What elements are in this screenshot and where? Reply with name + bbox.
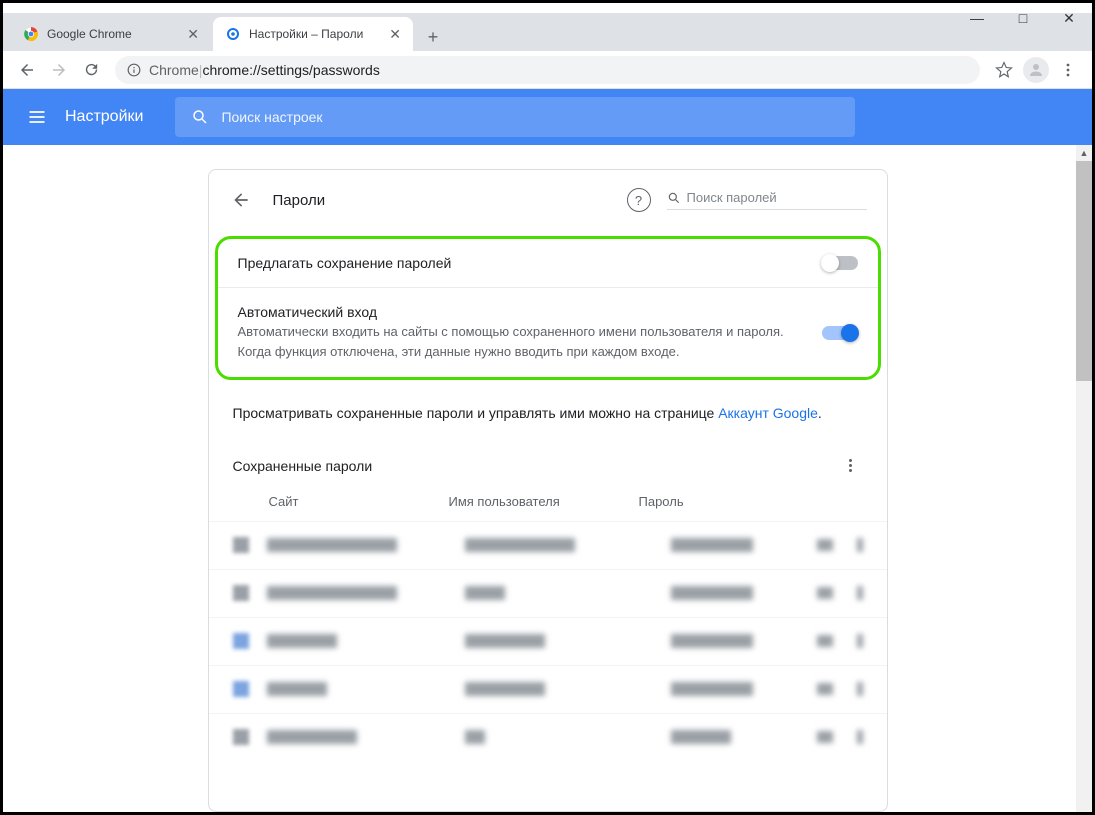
help-icon[interactable]: ? [627, 188, 651, 212]
window-maximize[interactable]: □ [1000, 0, 1046, 36]
settings-header: Настройки [3, 89, 1092, 145]
site-cell [267, 682, 327, 696]
password-row[interactable] [209, 521, 887, 569]
new-tab-button[interactable]: + [419, 23, 447, 51]
row-more-icon[interactable] [857, 730, 863, 744]
tab-settings-passwords[interactable]: Настройки – Пароли ✕ [213, 17, 413, 51]
passwords-card: Пароли ? Предлагать сохранение паролей А… [208, 169, 888, 812]
omnibox-path: chrome://settings/passwords [202, 62, 379, 78]
show-password-icon[interactable] [817, 539, 833, 551]
more-icon[interactable] [839, 459, 863, 472]
offer-save-label: Предлагать сохранение паролей [238, 255, 802, 271]
settings-search-input[interactable] [221, 109, 839, 125]
row-more-icon[interactable] [857, 682, 863, 696]
scrollbar[interactable]: ▲ [1076, 145, 1092, 812]
secure-icon [127, 63, 141, 77]
row-more-icon[interactable] [857, 634, 863, 648]
pass-cell [671, 682, 753, 696]
tab-title: Google Chrome [47, 27, 179, 41]
table-header: Сайт Имя пользователя Пароль [209, 482, 887, 521]
password-row[interactable] [209, 569, 887, 617]
window-minimize[interactable]: — [954, 0, 1000, 36]
profile-avatar[interactable] [1020, 54, 1052, 86]
password-row[interactable] [209, 617, 887, 665]
user-cell [465, 538, 575, 552]
site-favicon [233, 729, 249, 745]
col-site: Сайт [269, 494, 449, 509]
site-favicon [233, 585, 249, 601]
search-icon [667, 191, 681, 205]
star-icon[interactable] [988, 54, 1020, 86]
hamburger-icon[interactable] [17, 97, 57, 137]
col-pass: Пароль [639, 494, 779, 509]
tab-title: Настройки – Пароли [249, 27, 381, 41]
settings-favicon [225, 26, 241, 42]
tab-close-icon[interactable]: ✕ [389, 26, 401, 43]
browser-menu-icon[interactable] [1052, 54, 1084, 86]
password-search[interactable] [667, 190, 867, 210]
pass-cell [671, 730, 731, 744]
auto-signin-toggle[interactable] [822, 326, 858, 340]
pass-cell [671, 586, 753, 600]
settings-title: Настройки [65, 108, 143, 126]
nav-reload-icon[interactable] [77, 56, 105, 84]
site-favicon [233, 537, 249, 553]
user-cell [465, 682, 545, 696]
auto-signin-desc: Автоматически входить на сайты с помощью… [238, 322, 802, 361]
tab-close-icon[interactable]: ✕ [187, 26, 199, 43]
show-password-icon[interactable] [817, 683, 833, 695]
show-password-icon[interactable] [817, 635, 833, 647]
scroll-thumb[interactable] [1076, 161, 1092, 381]
tab-google-chrome[interactable]: Google Chrome ✕ [11, 17, 211, 51]
site-cell [267, 538, 397, 552]
pass-cell [671, 538, 753, 552]
site-favicon [233, 681, 249, 697]
search-icon [191, 108, 209, 126]
google-account-link[interactable]: Аккаунт Google [718, 405, 818, 421]
omnibox[interactable]: Chrome | chrome://settings/passwords [115, 56, 980, 84]
auto-signin-label: Автоматический вход [238, 304, 802, 320]
chrome-favicon [23, 26, 39, 42]
site-cell [267, 730, 357, 744]
offer-save-row: Предлагать сохранение паролей [218, 239, 878, 288]
back-arrow-icon[interactable] [229, 188, 253, 212]
google-account-info: Просматривать сохраненные пароли и управ… [209, 386, 887, 442]
user-cell [465, 586, 505, 600]
pass-cell [671, 634, 753, 648]
scroll-up-icon[interactable]: ▲ [1076, 145, 1092, 161]
nav-forward-icon[interactable] [45, 56, 73, 84]
browser-toolbar: Chrome | chrome://settings/passwords [3, 51, 1092, 89]
settings-search[interactable] [175, 97, 855, 137]
omnibox-origin: Chrome [149, 62, 199, 78]
window-close[interactable]: ✕ [1046, 0, 1092, 36]
browser-tabs-bar: Google Chrome ✕ Настройки – Пароли ✕ + [3, 13, 1092, 51]
user-cell [465, 730, 485, 744]
page-title: Пароли [273, 192, 627, 209]
offer-save-toggle[interactable] [822, 256, 858, 270]
row-more-icon[interactable] [857, 538, 863, 552]
nav-back-icon[interactable] [13, 56, 41, 84]
user-cell [465, 634, 545, 648]
show-password-icon[interactable] [817, 587, 833, 599]
highlighted-settings: Предлагать сохранение паролей Автоматиче… [215, 236, 881, 380]
site-cell [267, 586, 397, 600]
site-favicon [233, 633, 249, 649]
saved-passwords-title: Сохраненные пароли [233, 458, 839, 474]
password-row[interactable] [209, 665, 887, 713]
site-cell [267, 634, 337, 648]
auto-signin-row: Автоматический вход Автоматически входит… [218, 288, 878, 377]
row-more-icon[interactable] [857, 586, 863, 600]
password-row[interactable] [209, 713, 887, 761]
col-user: Имя пользователя [449, 494, 639, 509]
password-search-input[interactable] [687, 190, 867, 205]
show-password-icon[interactable] [817, 731, 833, 743]
